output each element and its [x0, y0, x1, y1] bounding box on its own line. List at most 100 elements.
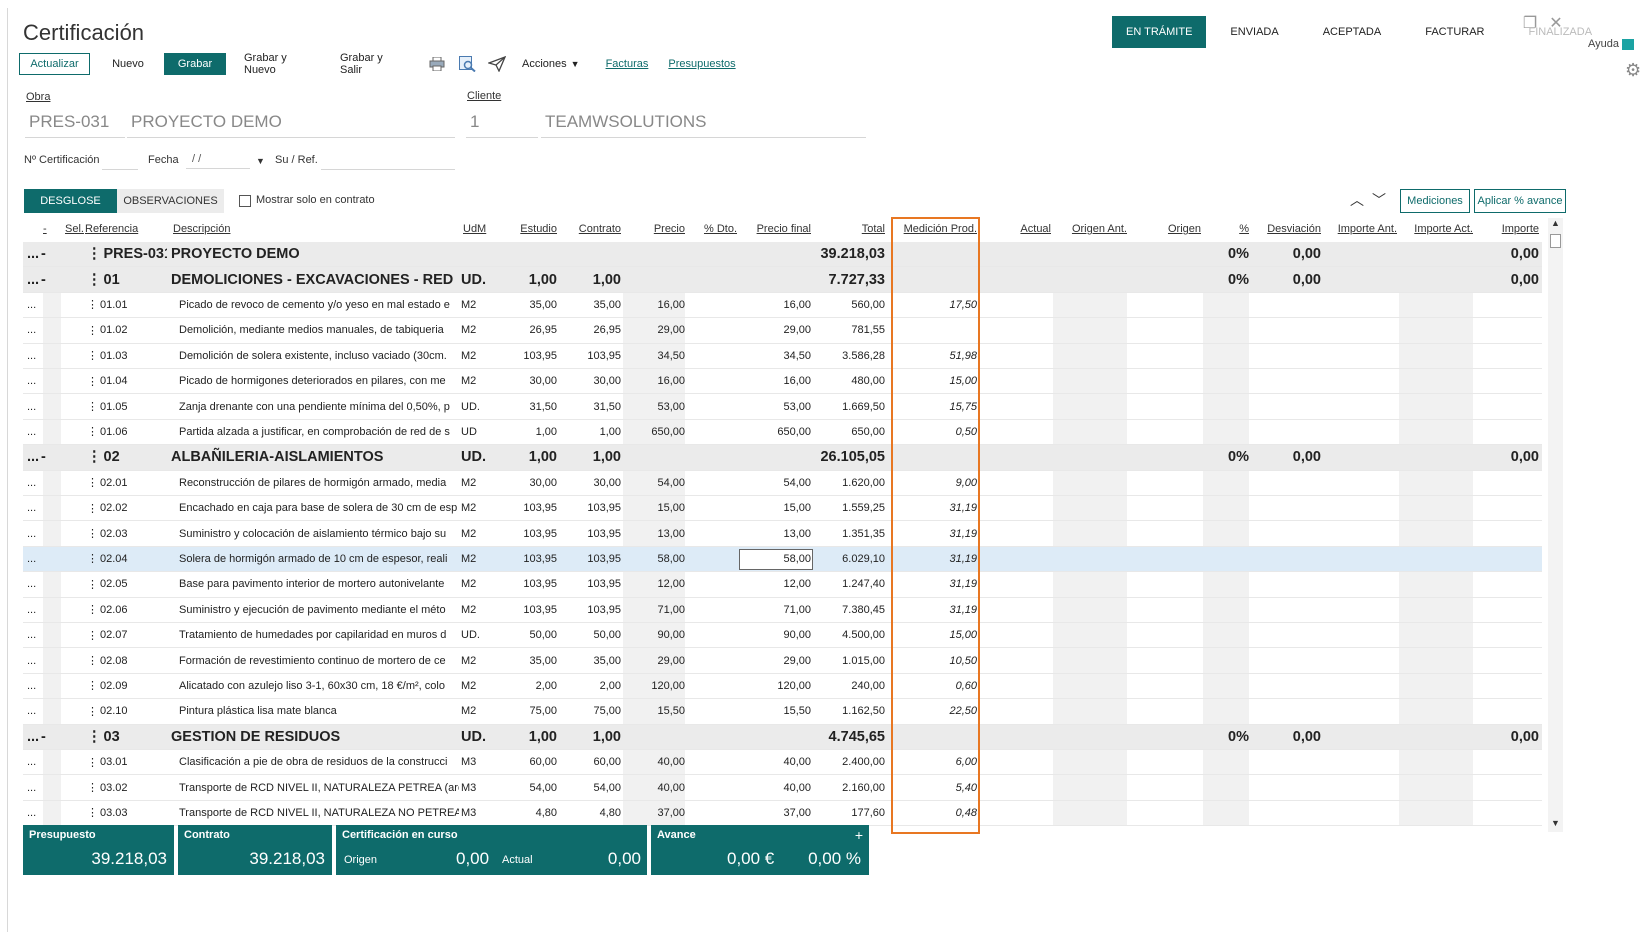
cell-dots[interactable]: ... — [23, 674, 41, 698]
table-row[interactable]: ... ⋮ 02.03 Suministro y colocación de aisl… — [23, 521, 1542, 547]
table-row[interactable]: ... ⋮ 02.10 Pintura plástica lisa mate blan… — [23, 699, 1542, 725]
drag-handle-icon[interactable]: ⋮ — [87, 476, 98, 489]
nuevo-button[interactable]: Nuevo — [98, 53, 158, 75]
col-header-udm[interactable]: UdM — [463, 218, 486, 240]
close-icon[interactable]: ✕ — [1546, 14, 1566, 34]
col-header-imp-ant[interactable]: Importe Ant. — [1323, 218, 1397, 240]
table-row[interactable]: ... ⋮ 02.02 Encachado en caja para base de … — [23, 496, 1542, 522]
drag-handle-icon[interactable]: ⋮ — [87, 298, 98, 311]
cell-dots[interactable]: ... — [23, 420, 41, 444]
cell-dots[interactable]: ... — [23, 521, 41, 545]
group-row[interactable]: ... - ⋮ PRES-031 PROYECTO DEMO 39.218,03 0% 0,0… — [23, 242, 1542, 268]
suref-field[interactable] — [321, 152, 455, 170]
drag-handle-icon[interactable]: ⋮ — [87, 246, 102, 262]
vertical-scrollbar[interactable]: ▲ ▼ — [1548, 218, 1563, 832]
cell-dots[interactable]: ... — [23, 750, 41, 774]
drag-handle-icon[interactable]: ⋮ — [87, 781, 98, 794]
cell-dots[interactable]: ... — [23, 293, 41, 317]
table-row[interactable]: ... ⋮ 03.03 Transporte de RCD NIVEL II, NAT… — [23, 800, 1542, 827]
scroll-thumb[interactable] — [1550, 234, 1561, 248]
table-row[interactable]: ... ⋮ 02.04 Solera de hormigón armado de 10… — [23, 546, 1542, 573]
table-row[interactable]: ... ⋮ 01.02 Demolición, mediante medios man… — [23, 318, 1542, 344]
table-row[interactable]: ... ⋮ 03.02 Transporte de RCD NIVEL II, NAT… — [23, 775, 1542, 801]
status-0[interactable]: EN TRÁMITE — [1112, 16, 1207, 48]
col-header-medicion[interactable]: Medición Prod. — [897, 218, 977, 240]
col-header-dto[interactable]: % Dto. — [687, 218, 737, 240]
drag-handle-icon[interactable]: ⋮ — [87, 449, 102, 465]
table-row[interactable]: ... ⋮ 02.06 Suministro y ejecución de pavim… — [23, 597, 1542, 623]
cell-dots[interactable]: ... — [23, 648, 41, 672]
drag-handle-icon[interactable]: ⋮ — [87, 578, 98, 591]
cell-dots[interactable]: ... — [23, 547, 41, 571]
drag-handle-icon[interactable]: ⋮ — [87, 502, 98, 515]
chevron-down-icon[interactable]: ﹀ — [1372, 190, 1386, 210]
gear-icon[interactable]: ⚙ — [1625, 60, 1641, 81]
restore-icon[interactable]: ❐ — [1520, 14, 1540, 34]
drag-handle-icon[interactable]: ⋮ — [87, 806, 98, 819]
calendar-caret-icon[interactable]: ▼ — [256, 156, 265, 166]
col-header-pfinal[interactable]: Precio final — [739, 218, 811, 240]
drag-handle-icon[interactable]: ⋮ — [87, 324, 98, 337]
col-header-actual[interactable]: Actual — [987, 218, 1051, 240]
table-row[interactable]: ... ⋮ 02.08 Formación de revestimiento cont… — [23, 648, 1542, 674]
table-row[interactable]: ... ⋮ 01.03 Demolición de solera existente,… — [23, 343, 1542, 369]
drag-handle-icon[interactable]: ⋮ — [87, 629, 98, 642]
grabar-button[interactable]: Grabar — [164, 53, 226, 75]
col-header-ref[interactable]: Referencia — [85, 218, 138, 240]
group-row[interactable]: ... - ⋮ 02 ALBAÑILERIA-AISLAMIENTOS UD. 1,00 1,… — [23, 445, 1542, 471]
cliente-code-field[interactable]: 1 — [466, 108, 538, 138]
col-header-orig-ant[interactable]: Origen Ant. — [1053, 218, 1127, 240]
group-row[interactable]: ... - ⋮ 03 GESTION DE RESIDUOS UD. 1,00 1,00 4.7… — [23, 724, 1542, 750]
drag-handle-icon[interactable]: ⋮ — [87, 425, 98, 438]
scroll-down-icon[interactable]: ▼ — [1548, 818, 1563, 832]
printer-icon[interactable] — [426, 53, 448, 75]
col-header-dash[interactable]: - — [43, 218, 47, 240]
table-row[interactable]: ... ⋮ 02.05 Base para pavimento interior de… — [23, 572, 1542, 598]
table-row[interactable]: ... ⋮ 01.01 Picado de revoco de cemento y/o… — [23, 292, 1542, 319]
cell-dash[interactable]: - — [41, 725, 59, 749]
col-header-pct[interactable]: % — [1203, 218, 1249, 240]
cell-dots[interactable]: ... — [23, 623, 41, 647]
drag-handle-icon[interactable]: ⋮ — [87, 552, 98, 565]
cell-dots[interactable]: ... — [23, 471, 41, 495]
chevron-up-icon[interactable]: ︿ — [1350, 190, 1364, 210]
table-row[interactable]: ... ⋮ 01.04 Picado de hormigones deteriorad… — [23, 369, 1542, 395]
drag-handle-icon[interactable]: ⋮ — [87, 603, 98, 616]
obra-name-field[interactable]: PROYECTO DEMO — [127, 108, 455, 138]
drag-handle-icon[interactable]: ⋮ — [87, 375, 98, 388]
tab-observaciones[interactable]: OBSERVACIONES — [117, 189, 224, 213]
drag-handle-icon[interactable]: ⋮ — [87, 527, 98, 540]
cliente-name-field[interactable]: TEAMWSOLUTIONS — [541, 108, 866, 138]
col-header-contrato[interactable]: Contrato — [559, 218, 621, 240]
obra-code-field[interactable]: PRES-031 — [25, 108, 125, 138]
solo-contrato-checkbox[interactable] — [239, 195, 251, 207]
cell-dots[interactable]: ... — [23, 394, 41, 418]
cell-dots[interactable]: ... — [23, 598, 41, 622]
drag-handle-icon[interactable]: ⋮ — [87, 272, 102, 288]
table-row[interactable]: ... ⋮ 03.01 Clasificación a pie de obra de … — [23, 750, 1542, 776]
cert-number-field[interactable] — [102, 152, 138, 170]
col-header-desv[interactable]: Desviación — [1251, 218, 1321, 240]
cell-dots[interactable]: ... — [23, 775, 41, 799]
cell-dots[interactable]: ... — [23, 699, 41, 723]
status-2[interactable]: ACEPTADA — [1309, 16, 1395, 48]
table-row[interactable]: ... ⋮ 01.06 Partida alzada a justificar, en… — [23, 419, 1542, 446]
drag-handle-icon[interactable]: ⋮ — [87, 679, 98, 692]
acciones-menu[interactable]: Acciones ▼ — [516, 53, 586, 75]
drag-handle-icon[interactable]: ⋮ — [87, 654, 98, 667]
table-row[interactable]: ... ⋮ 02.01 Reconstrucción de pilares de ho… — [23, 470, 1542, 496]
drag-handle-icon[interactable]: ⋮ — [87, 400, 98, 413]
col-header-desc[interactable]: Descripción — [173, 218, 230, 240]
col-header-precio[interactable]: Precio — [623, 218, 685, 240]
drag-handle-icon[interactable]: ⋮ — [87, 756, 98, 769]
drag-handle-icon[interactable]: ⋮ — [87, 705, 98, 718]
scroll-up-icon[interactable]: ▲ — [1548, 218, 1563, 232]
cell-dots[interactable]: ... — [23, 267, 41, 291]
cell-dots[interactable]: ... — [23, 725, 41, 749]
cliente-label[interactable]: Cliente — [467, 90, 501, 102]
grabar-nuevo-button[interactable]: Grabar y Nuevo — [234, 52, 324, 76]
send-icon[interactable] — [486, 53, 508, 75]
table-row[interactable]: ... ⋮ 02.09 Alicatado con azulejo liso 3-1,… — [23, 673, 1542, 700]
col-header-estudio[interactable]: Estudio — [497, 218, 557, 240]
cell-dots[interactable]: ... — [23, 801, 41, 825]
